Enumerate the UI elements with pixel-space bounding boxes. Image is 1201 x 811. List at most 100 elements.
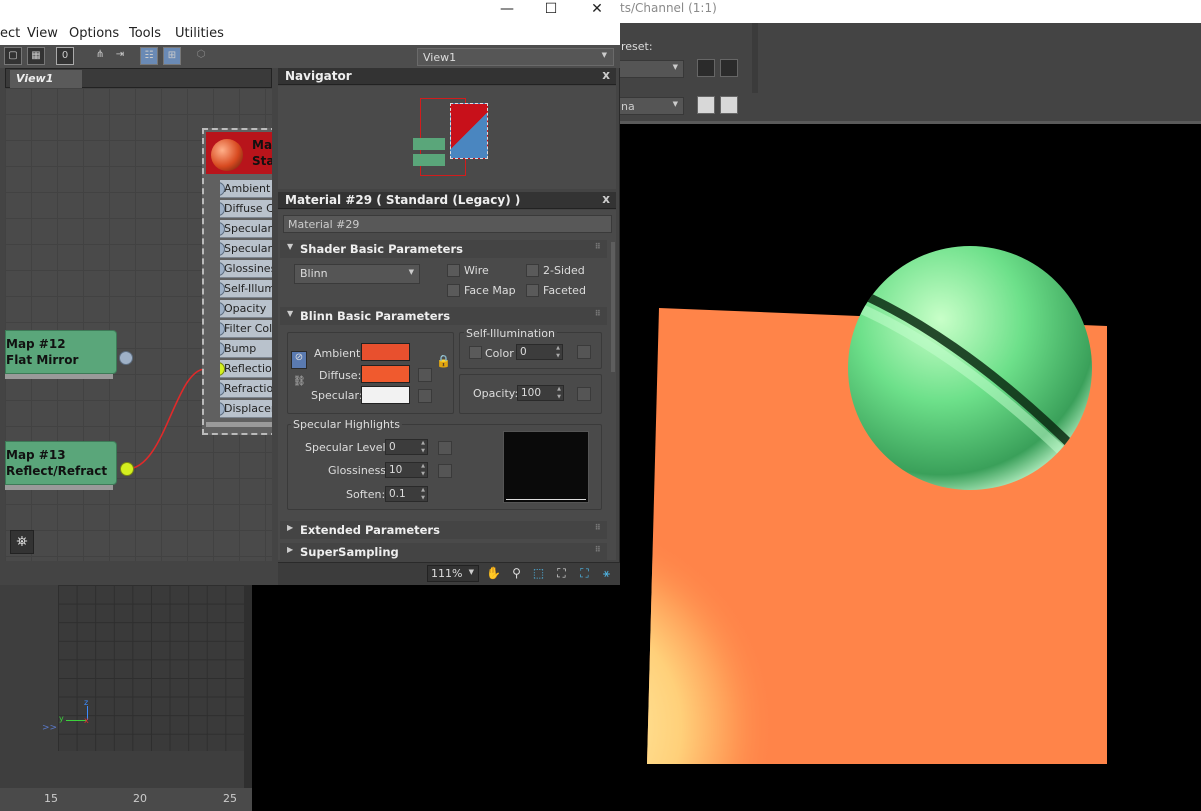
navigator-view[interactable]	[278, 86, 616, 189]
slot-glossiness[interactable]: Glossines	[220, 260, 272, 278]
specular-map-button[interactable]	[418, 389, 432, 403]
render-setup-icon[interactable]	[697, 59, 715, 77]
expand-glyph[interactable]: >>	[42, 723, 57, 733]
layout-icon[interactable]: ⋔	[91, 47, 109, 65]
environment-icon[interactable]	[720, 59, 738, 77]
self-illum-color-checkbox[interactable]	[469, 346, 482, 359]
material-params-close-icon[interactable]: x	[602, 192, 610, 206]
node-map13-title: Map #13	[6, 448, 66, 462]
diffuse-map-button[interactable]	[418, 368, 432, 382]
node-map12-flat-mirror[interactable]: Map #12 Flat Mirror	[5, 330, 117, 374]
slot-ambient[interactable]: Ambient C	[220, 180, 272, 198]
ambient-color-swatch[interactable]	[361, 343, 410, 361]
glossiness-spinner[interactable]: 10	[385, 462, 428, 478]
faceted-checkbox[interactable]	[526, 284, 539, 297]
link-icon[interactable]: ⛓	[293, 376, 306, 387]
specular-color-swatch[interactable]	[361, 386, 410, 404]
lock-icon[interactable]: 🔒	[436, 354, 451, 368]
params-scrollbar[interactable]	[611, 242, 615, 372]
lock-link-icon[interactable]: ⊘	[291, 351, 307, 369]
ruler-tick: 20	[133, 792, 147, 805]
node-map13-output-port[interactable]	[120, 462, 134, 476]
slot-bump[interactable]: Bump	[220, 340, 272, 358]
menu-utilities[interactable]: Utilities	[175, 26, 224, 41]
material-preview-sphere	[211, 139, 243, 171]
render-icon[interactable]	[697, 96, 715, 114]
viewport-dropdown[interactable]: na ▼	[610, 97, 684, 115]
material-node-footer	[206, 422, 272, 427]
close-button[interactable]: ✕	[574, 0, 620, 20]
node-map12-type: Flat Mirror	[6, 353, 79, 367]
hierarchy-icon[interactable]: ⇥	[111, 47, 129, 65]
material-node-header[interactable]: Ma Sta	[206, 132, 272, 174]
rollout-supersampling[interactable]: ▶ SuperSampling ⠿	[280, 543, 607, 560]
time-ruler[interactable]: 15 20 25	[0, 788, 252, 811]
rollout-blinn-basic[interactable]: ▼ Blinn Basic Parameters ⠿	[280, 307, 607, 325]
glossiness-map-button[interactable]	[438, 464, 452, 478]
desktop: ts/Channel (1:1) reset: ▼ na ▼ >> z y x …	[0, 0, 1201, 811]
collapse-icon: ▼	[287, 309, 294, 318]
node-view[interactable]: Map #12 Flat Mirror Map #13 Reflect/Refr…	[5, 88, 272, 561]
render-production-icon[interactable]	[720, 96, 738, 114]
soften-spinner[interactable]: 0.1	[385, 486, 428, 502]
rollout-extended-parameters[interactable]: ▶ Extended Parameters ⠿	[280, 521, 607, 539]
wire-checkbox[interactable]	[447, 264, 460, 277]
menu-tools[interactable]: Tools	[129, 26, 161, 41]
node-map13-reflect-refract[interactable]: Map #13 Reflect/Refract	[5, 441, 117, 485]
material-params-title: Material #29 ( Standard (Legacy) )	[285, 193, 521, 207]
slot-opacity[interactable]: Opacity	[220, 300, 272, 318]
slot-filter-color[interactable]: Filter Colo	[220, 320, 272, 338]
self-illum-spinner[interactable]: 0	[516, 344, 563, 360]
material-params-panel: Material #29 ▼ Shader Basic Parameters ⠿ B…	[278, 210, 616, 560]
zoom-extents-selected-icon[interactable]: ⛶	[576, 565, 593, 582]
navigator-close-icon[interactable]: x	[602, 68, 610, 82]
zoom-magnifier-icon[interactable]: ⚲	[508, 565, 525, 582]
node-material-29[interactable]: Ma Sta Ambient C Diffuse Co Specular C S…	[202, 128, 272, 435]
checker-icon[interactable]: ▦	[27, 47, 45, 65]
opacity-map-button[interactable]	[577, 387, 591, 401]
preset-dropdown[interactable]: ▼	[610, 60, 684, 78]
diffuse-color-swatch[interactable]	[361, 365, 410, 383]
menu-material[interactable]: ect	[0, 26, 20, 41]
slot-displacement[interactable]: Displacem	[220, 400, 272, 418]
pan-to-selected-icon[interactable]: ⚹	[598, 565, 615, 582]
material-id-icon[interactable]: ⬡	[192, 47, 210, 65]
slot-specular-level[interactable]: Specular L	[220, 240, 272, 258]
viewport-grid[interactable]	[58, 585, 244, 751]
slot-specular-color[interactable]: Specular C	[220, 220, 272, 238]
opacity-spinner[interactable]: 100	[517, 385, 564, 401]
zoom-region-icon[interactable]: ⬚	[530, 565, 547, 582]
specular-level-spinner[interactable]: 0	[385, 439, 428, 455]
menu-view[interactable]: View	[27, 26, 58, 41]
select-icon[interactable]: ▢	[4, 47, 22, 65]
pan-hand-icon[interactable]: ✋	[485, 565, 502, 582]
menu-bar: ect View Options Tools Utilities	[0, 26, 620, 45]
slot-refraction[interactable]: Refraction	[220, 380, 272, 398]
view-dropdown[interactable]: View1 ▼	[417, 48, 614, 66]
slot-diffuse[interactable]: Diffuse Co	[220, 200, 272, 218]
show-map-icon[interactable]: ⊞	[163, 47, 181, 65]
zoom-extents-icon[interactable]: ⛶	[553, 565, 570, 582]
slot-self-illumination[interactable]: Self-Illumin	[220, 280, 272, 298]
shader-type-dropdown[interactable]: Blinn	[294, 264, 420, 284]
zoom-dropdown[interactable]: 111% ▼	[427, 565, 479, 582]
specular-level-map-button[interactable]	[438, 441, 452, 455]
expand-icon: ▶	[287, 523, 294, 532]
rollout-shader-basic[interactable]: ▼ Shader Basic Parameters ⠿	[280, 240, 607, 258]
self-illum-map-button[interactable]	[577, 345, 591, 359]
node-map12-output-port[interactable]	[119, 351, 133, 365]
self-illum-color-label: Color	[485, 347, 514, 360]
material-params-header: Material #29 ( Standard (Legacy) ) x	[278, 192, 616, 209]
material-name-field[interactable]: Material #29	[283, 215, 612, 233]
background-icon[interactable]: 0	[56, 47, 74, 65]
two-sided-checkbox[interactable]	[526, 264, 539, 277]
tab-view1[interactable]: View1	[10, 70, 82, 88]
menu-options[interactable]: Options	[69, 26, 119, 41]
face-map-checkbox[interactable]	[447, 284, 460, 297]
maximize-button[interactable]: ☐	[528, 0, 574, 20]
binoculars-icon[interactable]: ⛯	[10, 530, 34, 554]
minimize-button[interactable]: —	[484, 0, 530, 20]
layout-all-icon[interactable]: ☷	[140, 47, 158, 65]
material-node-type: Sta	[252, 154, 272, 168]
slot-reflection[interactable]: Reflection	[220, 360, 272, 378]
